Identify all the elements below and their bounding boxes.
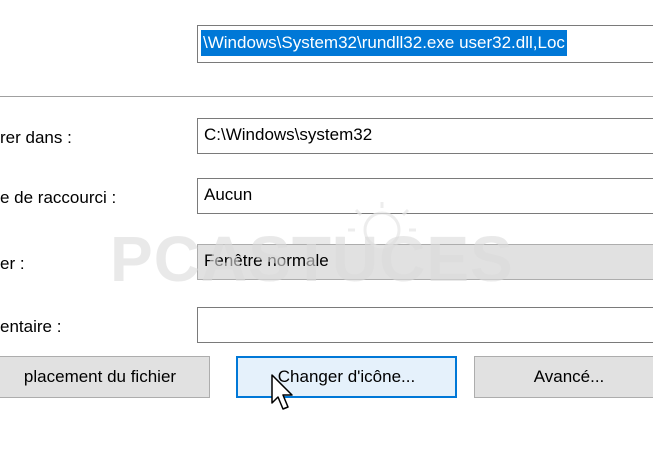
- open-file-location-label: placement du fichier: [23, 367, 177, 386]
- change-icon-label: Changer d'icône...: [277, 367, 416, 386]
- open-file-location-button[interactable]: placement du fichier: [0, 356, 210, 398]
- shortcut-key-label: e de raccourci :: [0, 188, 117, 207]
- comment-field[interactable]: [197, 307, 653, 343]
- advanced-button[interactable]: Avancé...: [474, 356, 653, 398]
- target-selected-text: \Windows\System32\rundll32.exe user32.dl…: [201, 30, 567, 56]
- mouse-cursor-icon: [270, 373, 296, 413]
- top-separator: [0, 96, 653, 97]
- advanced-label: Avancé...: [533, 367, 605, 386]
- run-select[interactable]: Fenêtre normale: [197, 244, 653, 280]
- comment-label: entaire :: [0, 317, 62, 336]
- shortcut-key-field[interactable]: Aucun: [197, 178, 653, 214]
- target-field[interactable]: \Windows\System32\rundll32.exe user32.dl…: [197, 25, 653, 63]
- start-in-field[interactable]: C:\Windows\system32: [197, 118, 653, 154]
- run-label: er :: [0, 254, 25, 273]
- start-in-label: rer dans :: [0, 128, 72, 147]
